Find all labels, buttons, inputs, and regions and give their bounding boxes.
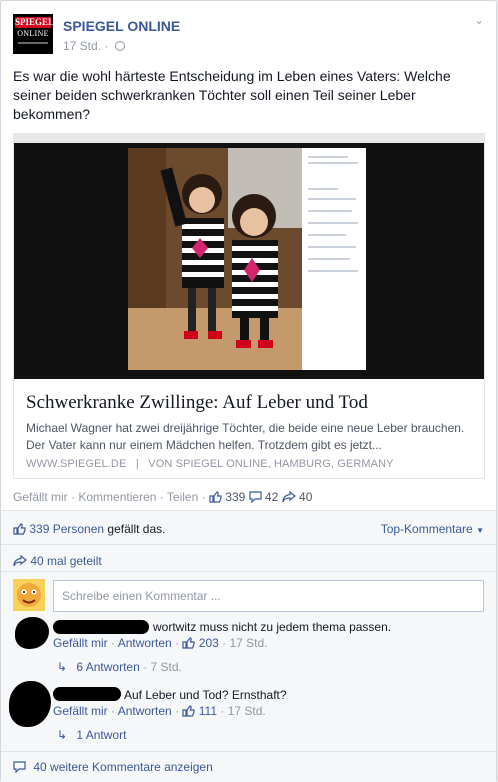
comment-reply-link[interactable]: Antworten	[118, 636, 172, 650]
thumbs-up-icon	[209, 491, 222, 503]
redacted-name	[53, 620, 149, 634]
post-actions: Gefällt mir · Kommentieren · Teilen · 33…	[13, 490, 313, 504]
shares-count[interactable]: 40	[299, 490, 312, 504]
thumbs-up-icon	[13, 523, 26, 535]
share-button[interactable]: Teilen	[167, 490, 198, 504]
commenter-avatar[interactable]	[9, 681, 51, 727]
comment-input-placeholder: Schreibe einen Kommentar ...	[62, 589, 221, 603]
view-replies[interactable]: ↳ 6 Antworten · 7 Std.	[57, 660, 182, 674]
link-source: WWW.SPIEGEL.DE | VON SPIEGEL ONLINE, HAM…	[26, 458, 394, 470]
comment-meta: Gefällt mir · Antworten · 203 · 17 Std.	[53, 636, 268, 650]
post-text: Es war die wohl härteste Entscheidung im…	[13, 68, 451, 122]
thumbs-up-icon	[182, 637, 196, 649]
post-card: ⌄ SPIEGEL ONLINE SPIEGEL ONLINE 17 Std. …	[0, 0, 497, 782]
divider	[1, 571, 496, 572]
logo-underline	[18, 42, 48, 44]
divider	[1, 544, 496, 545]
shares-label: 40 mal geteilt	[30, 554, 102, 568]
share-arrow-icon	[282, 491, 296, 503]
link-title[interactable]: Schwerkranke Zwillinge: Auf Leber und To…	[26, 392, 368, 414]
comments-section: 339 Personen gefällt das. Top-Kommentare…	[1, 510, 496, 782]
likes-count[interactable]: 339	[225, 490, 245, 504]
top-comments-label: Top-Kommentare	[380, 522, 473, 536]
screenshot-browser-bar	[14, 134, 484, 143]
comment-icon	[13, 761, 26, 773]
screenshot-facebook-sidebar	[302, 148, 366, 370]
comment-reply-link[interactable]: Antworten	[118, 704, 172, 718]
caret-down-icon: ▼	[476, 526, 484, 535]
comment-time[interactable]: 17 Std.	[229, 636, 267, 650]
globe-icon	[114, 41, 125, 51]
commenter-avatar[interactable]	[15, 617, 49, 649]
redacted-name	[53, 687, 121, 701]
page-avatar[interactable]: SPIEGEL ONLINE	[13, 14, 53, 54]
page-name-link[interactable]: SPIEGEL ONLINE	[63, 18, 180, 34]
comment-likes-count[interactable]: 111	[199, 704, 217, 718]
view-replies[interactable]: ↳ 1 Antwort	[57, 728, 126, 742]
comments-count[interactable]: 42	[265, 490, 278, 504]
link-preview-image[interactable]	[14, 134, 484, 379]
likes-suffix: gefällt das.	[107, 522, 166, 536]
replies-count: 6 Antworten	[76, 660, 140, 674]
comment-meta: Gefällt mir · Antworten · 111 · 17 Std.	[53, 704, 266, 718]
comment-like-link[interactable]: Gefällt mir	[53, 636, 108, 650]
comment-input[interactable]: Schreibe einen Kommentar ...	[53, 580, 484, 612]
comment-time[interactable]: 17 Std.	[228, 704, 266, 718]
reply-arrow-icon: ↳	[57, 660, 68, 674]
shares-link[interactable]: 40 mal geteilt	[13, 554, 102, 568]
chevron-down-icon[interactable]: ⌄	[474, 14, 484, 26]
logo-text-online: ONLINE	[17, 29, 49, 38]
logo-text-spiegel: SPIEGEL	[15, 17, 53, 28]
thumbs-up-icon	[182, 705, 196, 717]
link-preview[interactable]: Schwerkranke Zwillinge: Auf Leber und To…	[13, 133, 485, 479]
comment-button[interactable]: Kommentieren	[78, 490, 156, 504]
more-comments-link[interactable]: 40 weitere Kommentare anzeigen	[13, 760, 213, 774]
comment-like-link[interactable]: Gefällt mir	[53, 704, 108, 718]
comment-text: Auf Leber und Tod? Ernsthaft?	[124, 688, 287, 702]
post-timestamp[interactable]: 17 Std.	[63, 39, 101, 53]
comment-likes-count[interactable]: 203	[199, 636, 219, 650]
more-comments-label: 40 weitere Kommentare anzeigen	[33, 760, 213, 774]
share-arrow-icon	[13, 555, 27, 567]
link-description: Michael Wagner hat zwei dreijährige Töch…	[26, 421, 465, 452]
divider	[1, 751, 496, 752]
replies-time: 7 Std.	[150, 660, 182, 674]
likes-summary: 339 Personen gefällt das.	[13, 522, 165, 536]
my-avatar[interactable]	[13, 579, 45, 611]
like-button[interactable]: Gefällt mir	[13, 490, 68, 504]
comment-text: wortwitz muss nicht zu jedem thema passe…	[153, 620, 392, 634]
likes-people-link[interactable]: 339 Personen	[29, 522, 104, 536]
twins-photo	[128, 148, 308, 370]
comment-icon	[249, 491, 262, 503]
top-comments-dropdown[interactable]: Top-Kommentare ▼	[381, 522, 484, 536]
post-meta: 17 Std. ·	[63, 39, 125, 53]
reply-arrow-icon: ↳	[57, 728, 68, 742]
replies-count: 1 Antwort	[76, 728, 127, 742]
